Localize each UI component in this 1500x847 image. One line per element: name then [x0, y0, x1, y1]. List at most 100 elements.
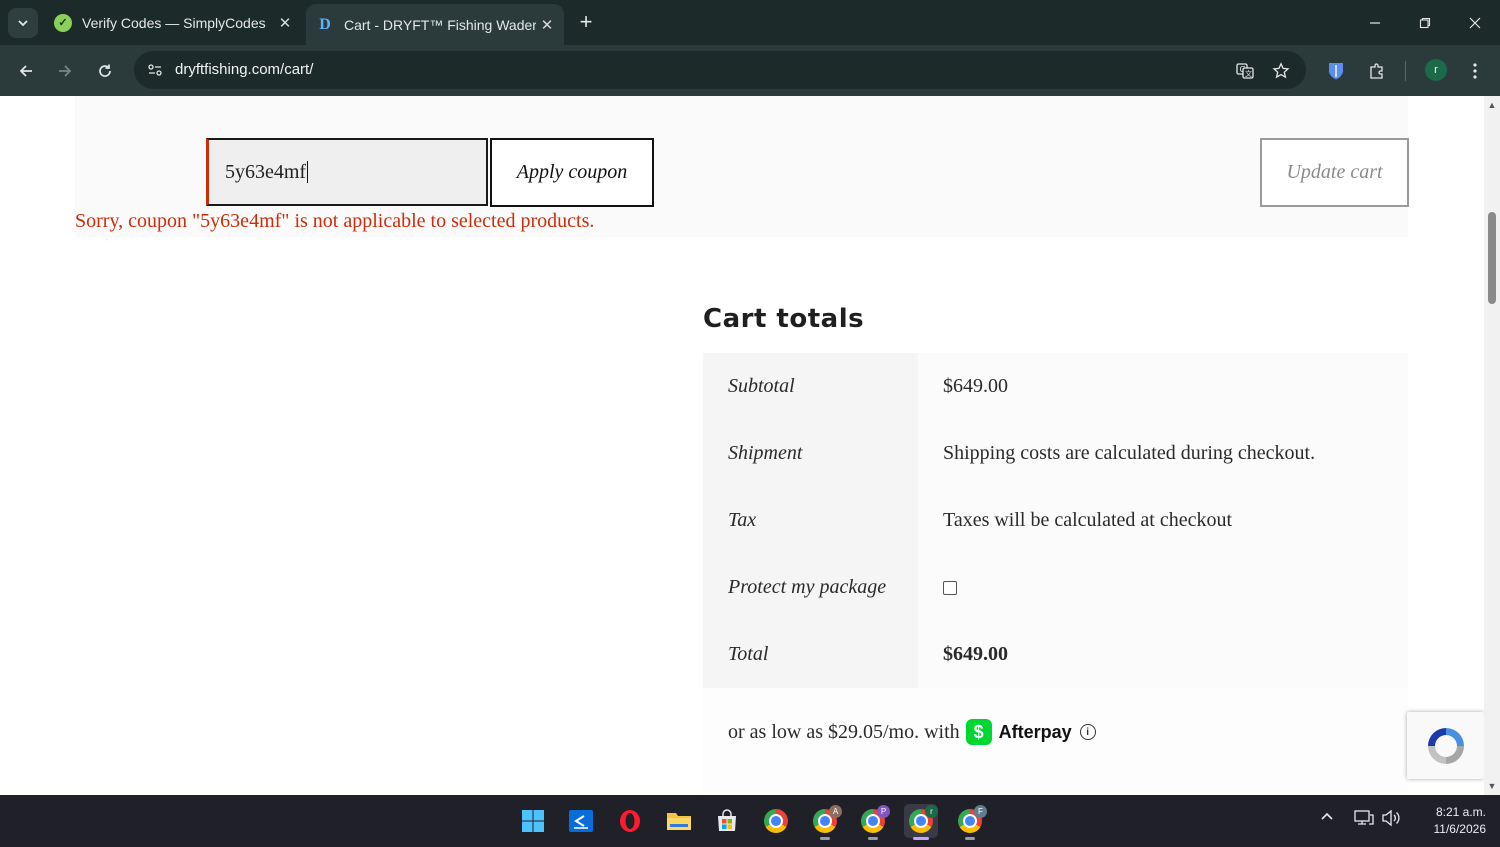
totals-row-label: Tax — [703, 487, 918, 554]
taskbar-app-store[interactable] — [710, 804, 744, 838]
restore-icon — [1419, 17, 1431, 28]
url-text[interactable]: dryftfishing.com/cart/ — [175, 61, 313, 78]
afterpay-banner: or as low as $29.05/mo. with $ Afterpay … — [703, 688, 1408, 795]
taskbar-app-chrome-profile-f[interactable]: F — [953, 804, 987, 840]
bitwarden-extension-icon[interactable] — [1323, 58, 1349, 84]
info-icon[interactable]: i — [1079, 724, 1096, 740]
totals-row-total: Total $649.00 — [703, 621, 1408, 688]
afterpay-logo: Afterpay — [998, 721, 1072, 742]
totals-row-protect-package: Protect my package — [703, 554, 1408, 621]
close-window-button[interactable] — [1450, 0, 1500, 45]
profile-badge: P — [877, 805, 890, 818]
coupon-input-value: 5y63e4mf — [225, 160, 307, 183]
chevron-down-icon — [18, 20, 28, 27]
tab-strip: ✓ Verify Codes — SimplyCodes ✕ D Cart - … — [0, 0, 1500, 45]
reload-icon — [99, 64, 111, 77]
clock-date: 11/6/2026 — [1433, 822, 1487, 836]
totals-row-tax: Tax Taxes will be calculated at checkout — [703, 487, 1408, 554]
running-indicator — [965, 837, 975, 840]
taskbar-app-file-explorer[interactable] — [662, 804, 696, 838]
bookmark-star-icon[interactable] — [1270, 60, 1292, 82]
minimize-icon — [1370, 21, 1380, 24]
recaptcha-badge[interactable] — [1407, 712, 1484, 779]
tab-dryft-cart[interactable]: D Cart - DRYFT™ Fishing Waders ✕ — [306, 4, 564, 45]
recaptcha-icon — [1427, 727, 1464, 764]
cash-app-icon: $ — [965, 719, 992, 745]
tab-title: Verify Codes — SimplyCodes — [82, 14, 266, 31]
volume-icon[interactable] — [1381, 809, 1401, 831]
taskbar-app-chrome[interactable] — [759, 804, 793, 838]
taskbar-clock[interactable]: 8:21 a.m. 11/6/2026 — [1412, 804, 1487, 838]
folder-icon — [667, 813, 691, 830]
totals-row-label: Subtotal — [703, 353, 918, 420]
profile-badge: A — [829, 805, 842, 818]
coupon-error-message: Sorry, coupon "5y63e4mf" is not applicab… — [75, 210, 595, 232]
toolbar-divider — [1405, 61, 1406, 81]
translate-icon[interactable]: G文 — [1234, 60, 1256, 82]
forward-button[interactable] — [51, 57, 79, 85]
profile-badge: F — [974, 805, 987, 818]
svg-text:文: 文 — [1245, 69, 1252, 78]
coupon-code-input[interactable]: 5y63e4mf — [206, 138, 488, 206]
more-menu-icon[interactable] — [1462, 58, 1488, 84]
profile-badge: r — [925, 805, 938, 818]
opera-icon — [620, 810, 640, 832]
scrollbar-thumb[interactable] — [1488, 212, 1496, 304]
simplycodes-icon: ✓ — [54, 13, 72, 32]
arrow-left-icon — [19, 65, 32, 77]
active-indicator — [913, 837, 929, 840]
totals-row-label: Protect my package — [703, 554, 918, 621]
text-caret — [307, 161, 309, 183]
taskbar-app-opera[interactable] — [613, 804, 647, 838]
subtotal-value: $649.00 — [918, 353, 1408, 420]
tax-value: Taxes will be calculated at checkout — [918, 487, 1408, 554]
taskbar-app-chrome-profile-r[interactable]: r — [904, 804, 938, 840]
arrow-right-icon — [59, 65, 72, 77]
totals-row-label: Total — [703, 621, 918, 688]
afterpay-text: or as low as $29.05/mo. with — [728, 720, 960, 743]
tab-search-button[interactable] — [8, 8, 38, 38]
windows-logo-icon — [522, 810, 544, 832]
shipment-value: Shipping costs are calculated during che… — [918, 420, 1408, 487]
back-button[interactable] — [12, 57, 40, 85]
cart-totals-heading: Cart totals — [703, 304, 865, 334]
update-cart-button[interactable]: Update cart — [1260, 138, 1409, 207]
totals-row-subtotal: Subtotal $649.00 — [703, 353, 1408, 420]
clock-time: 8:21 a.m. — [1435, 805, 1486, 819]
new-tab-button[interactable]: + — [574, 9, 598, 35]
totals-row-label: Shipment — [703, 420, 918, 487]
chrome-icon — [764, 809, 788, 833]
tab-close-icon[interactable]: ✕ — [274, 14, 296, 32]
windows-taskbar: A P r F 8:21 a.m. 11/6/2026 — [0, 795, 1500, 847]
remote-app-icon — [569, 810, 593, 832]
protect-package-cell — [918, 554, 1408, 621]
extensions-puzzle-icon[interactable] — [1364, 58, 1390, 84]
taskbar-app-remote[interactable] — [564, 804, 598, 838]
address-bar[interactable]: dryftfishing.com/cart/ G文 — [134, 51, 1306, 89]
cart-totals-table: Subtotal $649.00 Shipment Shipping costs… — [703, 353, 1408, 688]
total-value: $649.00 — [918, 621, 1408, 688]
tab-simplycodes[interactable]: ✓ Verify Codes — SimplyCodes ✕ — [44, 0, 302, 45]
start-button[interactable] — [516, 804, 550, 838]
taskbar-app-chrome-profile-a[interactable]: A — [808, 804, 842, 840]
page-scrollbar[interactable]: ▲ ▼ — [1484, 96, 1500, 795]
scroll-down-arrow-icon[interactable]: ▼ — [1487, 781, 1497, 791]
show-hidden-icons-chevron-up-icon[interactable] — [1320, 809, 1334, 827]
restore-button[interactable] — [1400, 0, 1450, 45]
running-indicator — [868, 837, 878, 840]
network-icon[interactable] — [1354, 809, 1374, 831]
reload-button[interactable] — [91, 57, 119, 85]
dryft-icon: D — [319, 15, 331, 33]
page-viewport: 5y63e4mf Apply coupon Update cart Sorry,… — [0, 96, 1484, 795]
totals-row-shipment: Shipment Shipping costs are calculated d… — [703, 420, 1408, 487]
taskbar-app-chrome-profile-p[interactable]: P — [856, 804, 890, 840]
apply-coupon-button[interactable]: Apply coupon — [490, 138, 654, 207]
profile-avatar[interactable]: r — [1425, 59, 1447, 81]
store-icon — [718, 809, 736, 831]
minimize-button[interactable] — [1350, 0, 1400, 45]
tab-close-icon[interactable]: ✕ — [536, 16, 558, 34]
afterpay-message: or as low as $29.05/mo. with $ Afterpay … — [728, 719, 1096, 745]
protect-package-checkbox[interactable] — [943, 580, 957, 595]
scroll-up-arrow-icon[interactable]: ▲ — [1487, 100, 1497, 110]
site-info-icon[interactable] — [142, 57, 168, 83]
